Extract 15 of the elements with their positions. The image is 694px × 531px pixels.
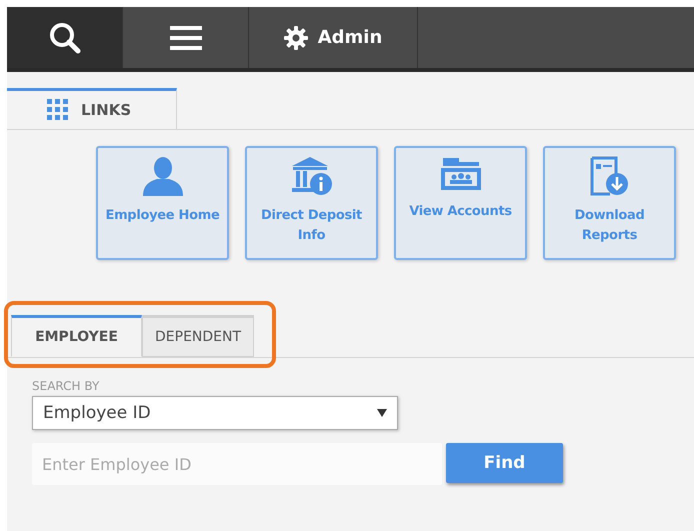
employee-id-field[interactable]: Enter Employee ID xyxy=(32,443,442,485)
search-tab[interactable]: EMPLOYEE xyxy=(11,315,142,357)
search-by-dropdown[interactable]: Employee ID xyxy=(32,396,398,430)
caret-icon xyxy=(377,409,387,417)
find-button[interactable]: Find xyxy=(446,443,563,483)
search-icon xyxy=(48,20,82,54)
grid-icon xyxy=(47,99,69,121)
search-tab[interactable]: DEPENDENT xyxy=(142,315,254,357)
links-tab[interactable]: LINKS xyxy=(7,88,177,129)
bank-info-icon xyxy=(290,156,334,196)
folder-people-icon xyxy=(438,156,482,192)
person-icon xyxy=(140,156,184,196)
search-button[interactable] xyxy=(7,7,123,68)
search-by-label: SEARCH BY xyxy=(32,379,100,393)
menu-icon xyxy=(170,24,202,50)
